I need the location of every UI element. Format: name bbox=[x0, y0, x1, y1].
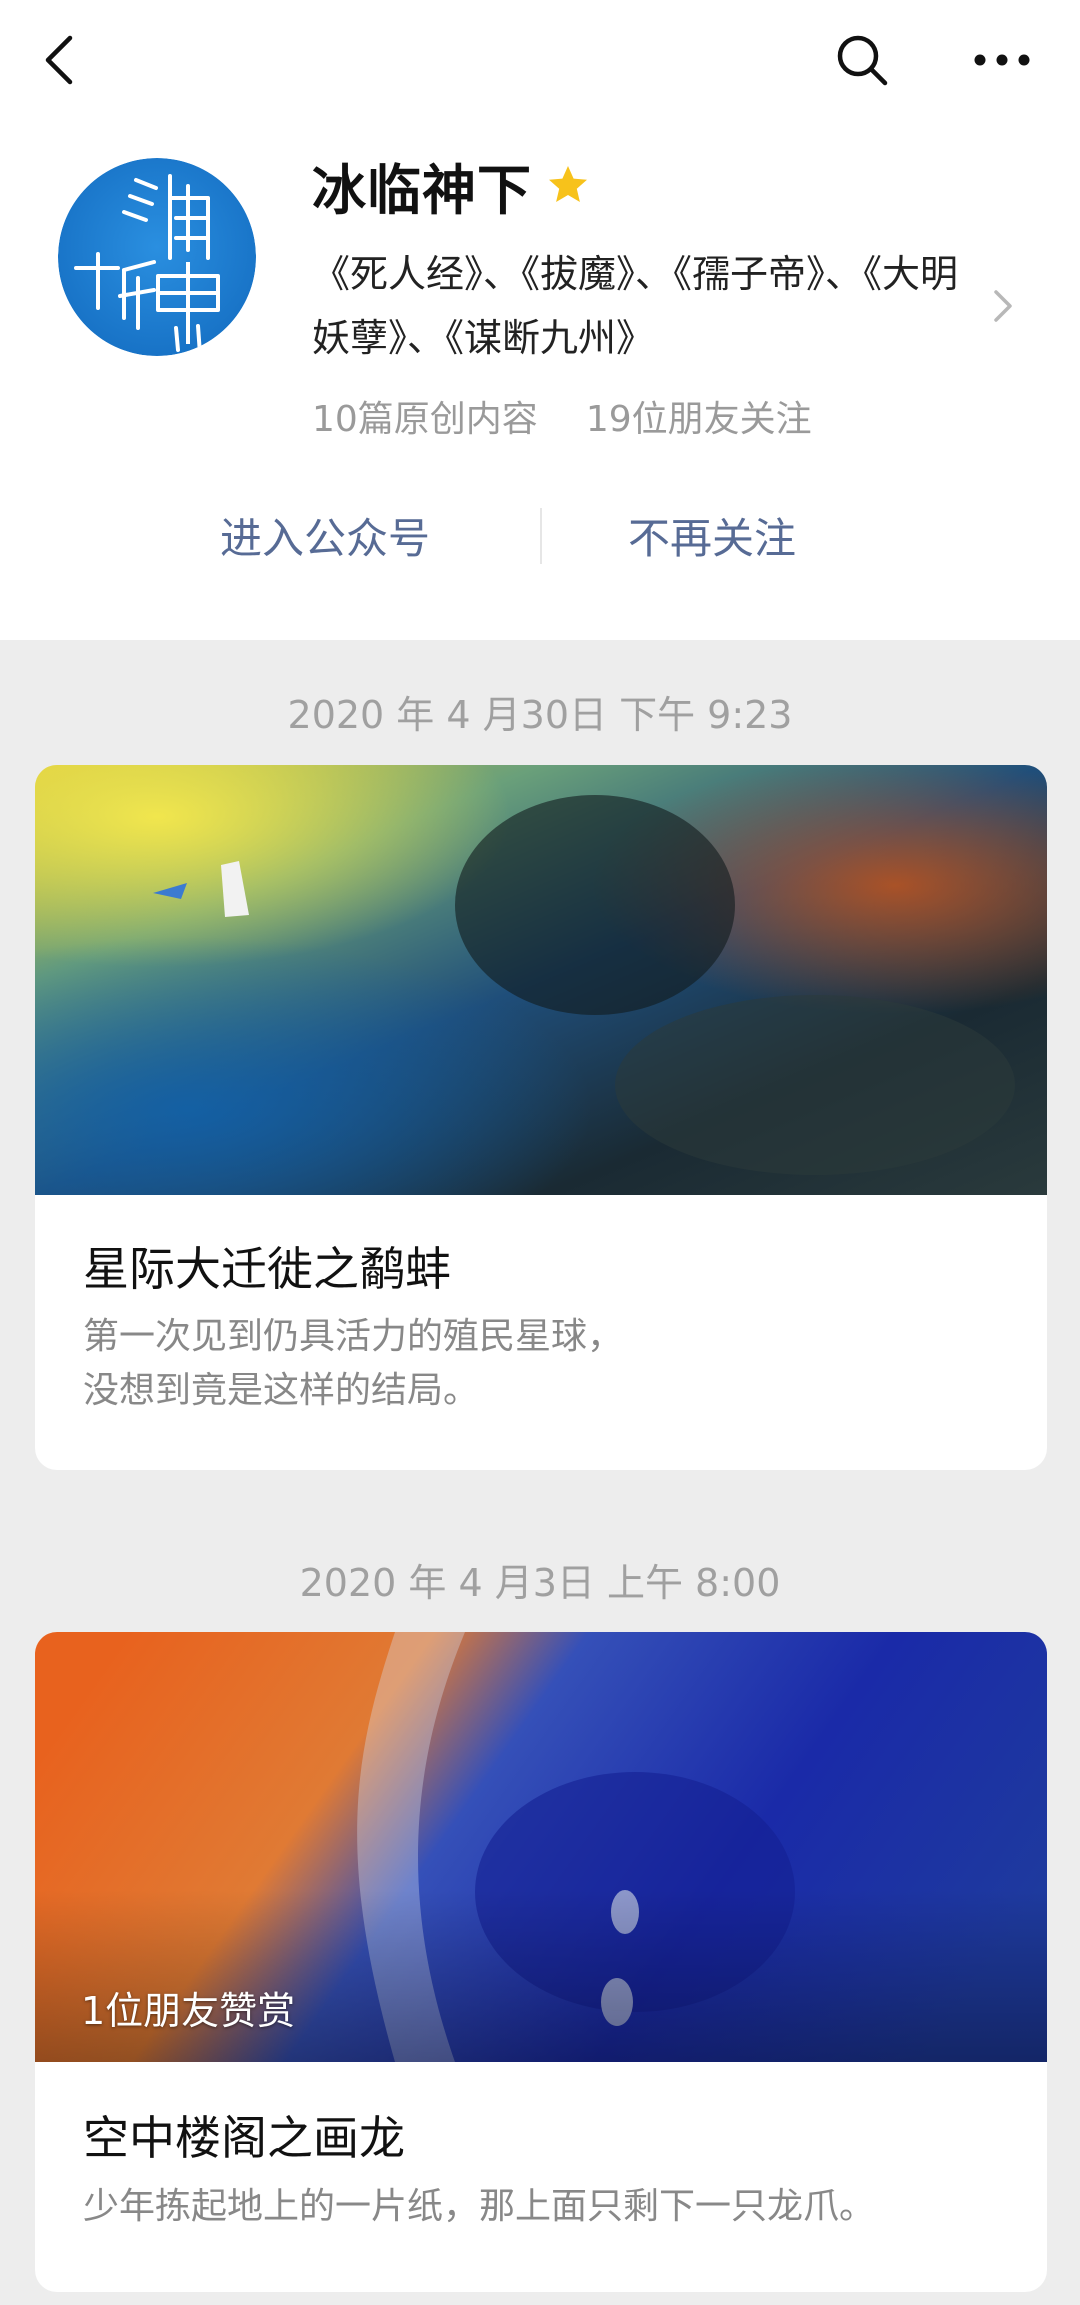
unfollow-button[interactable]: 不再关注 bbox=[628, 490, 796, 580]
divider bbox=[540, 508, 542, 564]
account-description[interactable]: 《死人经》、《拔魔》、《孺子帝》、《大明妖孽》、《谋断九州》 bbox=[312, 242, 992, 370]
article-summary: 第一次见到仍具活力的殖民星球， 没想到竟是这样的结局。 bbox=[83, 1310, 1003, 1418]
article-title: 星际大迁徙之鹬蚌 bbox=[83, 1242, 451, 1296]
post-date: 2020 年 4 月3日 上午 8:00 bbox=[299, 1561, 781, 1605]
enter-account-button[interactable]: 进入公众号 bbox=[220, 490, 430, 580]
more-button[interactable] bbox=[966, 28, 1038, 92]
search-icon bbox=[837, 35, 888, 86]
star-icon bbox=[549, 166, 587, 202]
summary-line: 第一次见到仍具活力的殖民星球， bbox=[83, 1316, 624, 1357]
back-button[interactable] bbox=[30, 28, 90, 92]
account-name: 冰临神下 bbox=[312, 158, 532, 222]
post-date: 2020 年 4 月30日 下午 9:23 bbox=[287, 693, 793, 737]
chevron-right-icon[interactable] bbox=[990, 286, 1016, 326]
chevron-left-icon bbox=[45, 35, 73, 85]
article-title: 空中楼阁之画龙 bbox=[83, 2111, 405, 2165]
top-bar bbox=[0, 0, 1080, 120]
article-summary: 少年拣起地上的一片纸，那上面只剩下一只龙爪。 bbox=[83, 2180, 1003, 2234]
article-card[interactable]: 1位朋友赞赏 空中楼阁之画龙 少年拣起地上的一片纸，那上面只剩下一只龙爪。 bbox=[35, 1632, 1047, 2292]
summary-line: 没想到竟是这样的结局。 bbox=[83, 1370, 480, 1411]
friend-follow-count[interactable]: 19位朋友关注 bbox=[586, 390, 812, 442]
reward-badge: 1位朋友赞赏 bbox=[81, 1989, 296, 2033]
more-dots-icon bbox=[974, 54, 1030, 66]
search-button[interactable] bbox=[830, 28, 894, 92]
account-header: 冰临神下 《死人经》、《拔魔》、《孺子帝》、《大明妖孽》、《谋断九州》 10篇原… bbox=[0, 0, 1080, 640]
account-stats: 10篇原创内容 19位朋友关注 bbox=[312, 390, 812, 442]
profile-name-row: 冰临神下 bbox=[312, 150, 590, 222]
original-count: 10篇原创内容 bbox=[312, 399, 538, 440]
avatar[interactable] bbox=[58, 158, 256, 356]
summary-line: 少年拣起地上的一片纸，那上面只剩下一只龙爪。 bbox=[83, 2186, 876, 2227]
account-actions: 进入公众号 不再关注 bbox=[0, 490, 1080, 580]
article-card[interactable]: 星际大迁徙之鹬蚌 第一次见到仍具活力的殖民星球， 没想到竟是这样的结局。 bbox=[35, 765, 1047, 1470]
article-cover-image bbox=[35, 765, 1047, 1195]
